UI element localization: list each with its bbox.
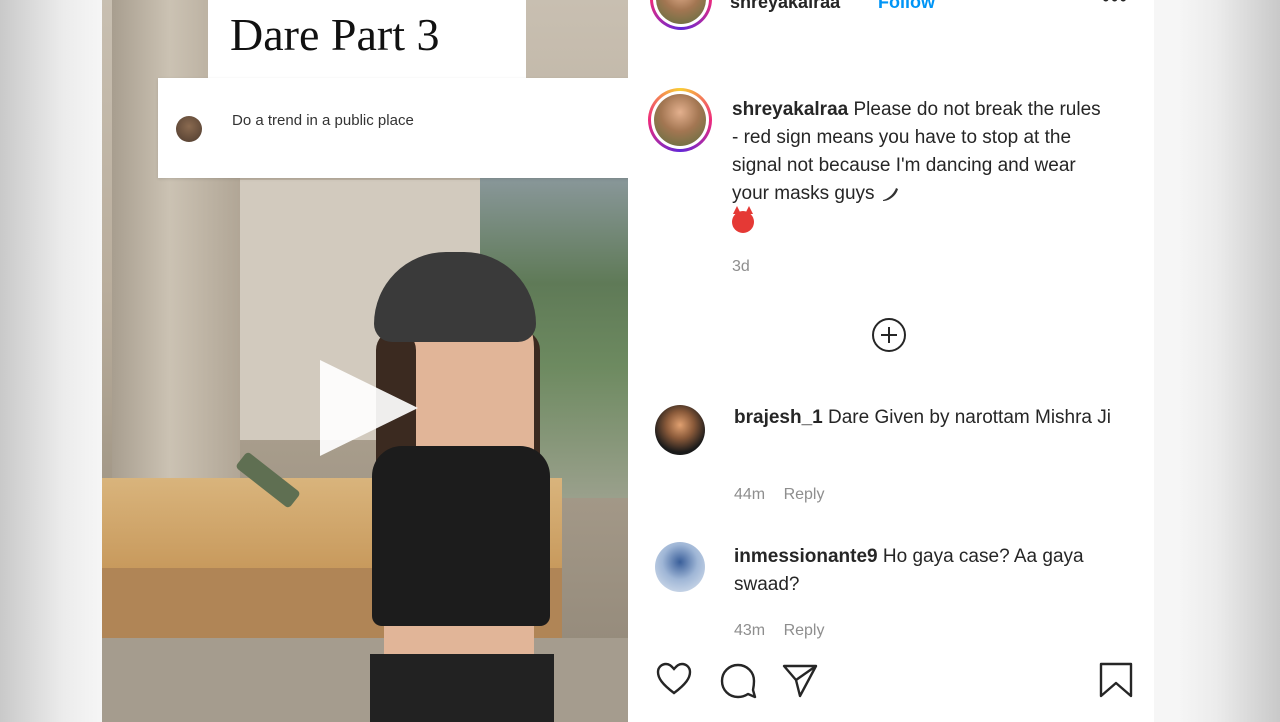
title-card: Dare Part 3: [208, 0, 526, 78]
comment-time[interactable]: 43m: [734, 622, 765, 639]
heart-icon[interactable]: [654, 660, 694, 700]
comment-item: brajesh_1 Dare Given by narottam Mishra …: [734, 404, 1114, 432]
comment-meta: 43m Reply: [734, 622, 838, 640]
dare-text: Do a trend in a public place: [232, 112, 414, 129]
comment-avatar[interactable]: [655, 542, 705, 592]
caption: shreyakalraa Please do not break the rul…: [732, 96, 1112, 236]
black-pants: [370, 654, 554, 722]
black-top: [372, 446, 550, 626]
reply-button[interactable]: Reply: [784, 622, 825, 639]
comment-text: Dare Given by narottam Mishra Ji: [828, 407, 1112, 428]
send-icon[interactable]: [780, 660, 820, 700]
bookmark-icon[interactable]: [1096, 660, 1136, 700]
play-icon[interactable]: [320, 360, 418, 456]
follow-button[interactable]: Follow: [878, 0, 935, 13]
header-username[interactable]: shreyakalraa: [730, 0, 840, 13]
caption-username[interactable]: shreyakalraa: [732, 99, 848, 120]
instagram-post: Dare Part 3 Do a trend in a public place…: [102, 0, 1154, 722]
video-media[interactable]: Dare Part 3 Do a trend in a public place: [102, 0, 628, 722]
devil-emoji-icon: [732, 205, 754, 233]
action-bar: [628, 660, 1154, 710]
comment-icon[interactable]: [718, 660, 758, 700]
comment-meta: 44m Reply: [734, 486, 838, 504]
post-sidebar: shreyakalraa Follow ••• shreyakalraa Ple…: [628, 0, 1154, 722]
pepper-emoji-icon: [882, 187, 898, 201]
title-text: Dare Part 3: [230, 9, 440, 60]
load-more-comments-icon[interactable]: [872, 318, 906, 352]
dare-question-card: Do a trend in a public place: [158, 78, 628, 178]
more-options-icon[interactable]: •••: [1102, 0, 1128, 12]
comment-avatar[interactable]: [655, 405, 705, 455]
comment-item: inmessionante9 Ho gaya case? Aa gaya swa…: [734, 543, 1114, 599]
reply-button[interactable]: Reply: [784, 486, 825, 503]
caption-time[interactable]: 3d: [732, 258, 750, 276]
caption-avatar[interactable]: [648, 88, 712, 152]
dare-avatar: [176, 116, 202, 142]
comment-username[interactable]: brajesh_1: [734, 407, 823, 428]
comment-time[interactable]: 44m: [734, 486, 765, 503]
header-avatar[interactable]: [650, 0, 712, 30]
comment-username[interactable]: inmessionante9: [734, 546, 878, 567]
